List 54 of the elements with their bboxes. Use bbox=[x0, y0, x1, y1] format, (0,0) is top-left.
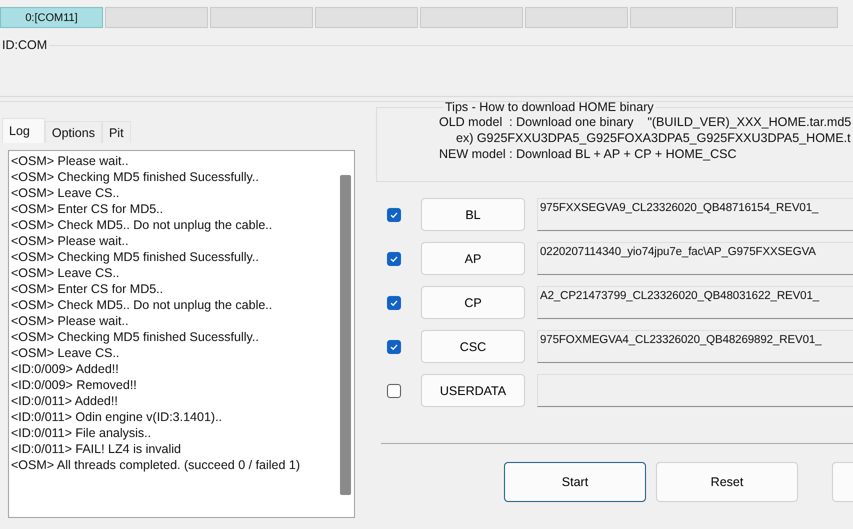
file-path-field[interactable]: 0220207114340_yio74jpu7e_fac\AP_G975FXXSEGVA bbox=[537, 242, 853, 275]
file-button[interactable]: AP bbox=[421, 242, 525, 275]
log-line: <OSM> Leave CS.. bbox=[11, 185, 120, 201]
port-slot[interactable] bbox=[315, 7, 418, 28]
checkbox[interactable] bbox=[387, 208, 401, 222]
port-slot[interactable] bbox=[105, 7, 208, 28]
checkbox[interactable] bbox=[387, 340, 401, 354]
port-slot[interactable] bbox=[735, 7, 838, 28]
log-line: <OSM> Check MD5.. Do not unplug the cable.. bbox=[11, 217, 274, 233]
tip-line: OLD model : Download one binary "(BUILD_VER)_XXX_HOME.tar.md5 bbox=[439, 114, 852, 130]
log-line: <ID:0/009> Added!! bbox=[11, 361, 120, 377]
file-button[interactable]: CSC bbox=[421, 330, 525, 363]
log-line: <ID:0/011> File analysis.. bbox=[11, 425, 152, 441]
tip-line: ex) G925FXXU3DPA5_G925FOXA3DPA5_G925FXXU3DPA5_HOME.t bbox=[455, 130, 852, 146]
file-path-field[interactable]: 975FXXSEGVA9_CL23326020_QB48716154_REV01_ bbox=[537, 198, 853, 231]
log-line: <OSM> Please wait.. bbox=[11, 313, 130, 329]
port-slot[interactable] bbox=[525, 7, 628, 28]
file-button[interactable]: USERDATA bbox=[421, 374, 525, 407]
file-path-field[interactable] bbox=[537, 374, 853, 407]
file-button[interactable]: BL bbox=[421, 198, 525, 231]
file-path-field[interactable]: 975FOXMEGVA4_CL23326020_QB48269892_REV01_ bbox=[537, 330, 853, 363]
tab[interactable]: Log bbox=[2, 118, 45, 143]
log-line: <OSM> All threads completed. (succeed 0 / failed 1) bbox=[11, 457, 302, 473]
log-line: <ID:0/009> Removed!! bbox=[11, 377, 138, 393]
log-line: <OSM> Check MD5.. Do not unplug the cable.. bbox=[11, 297, 274, 313]
group-title: ID:COM bbox=[2, 38, 48, 52]
port-slot[interactable] bbox=[420, 7, 523, 28]
log-line: <OSM> Checking MD5 finished Sucessfully.. bbox=[11, 329, 260, 345]
log-line: <OSM> Checking MD5 finished Sucessfully.. bbox=[11, 169, 260, 185]
port-slot[interactable] bbox=[630, 7, 733, 28]
checkbox[interactable] bbox=[387, 296, 401, 310]
file-path-field[interactable]: A2_CP21473799_CL23326020_QB48031622_REV01_ bbox=[537, 286, 853, 319]
port-slot[interactable]: 0:[COM11] bbox=[0, 7, 103, 28]
port-slot[interactable] bbox=[210, 7, 313, 28]
log-line: <ID:0/011> Odin engine v(ID:3.1401).. bbox=[11, 409, 224, 425]
log-line: <OSM> Please wait.. bbox=[11, 233, 130, 249]
scrollbar-thumb[interactable] bbox=[340, 175, 351, 495]
log-line: <OSM> Checking MD5 finished Sucessfully.. bbox=[11, 249, 260, 265]
tip-line: NEW model : Download BL + AP + CP + HOME_CSC bbox=[439, 146, 738, 162]
group-title: Tips - How to download HOME binary bbox=[444, 100, 655, 114]
log-line: <OSM> Leave CS.. bbox=[11, 345, 120, 361]
action-button[interactable]: Reset bbox=[656, 462, 798, 502]
tab[interactable]: Pit bbox=[102, 121, 131, 143]
log-line: <ID:0/011> FAIL! LZ4 is invalid bbox=[11, 441, 182, 457]
log-line: <OSM> Enter CS for MD5.. bbox=[11, 281, 164, 297]
checkbox[interactable] bbox=[387, 384, 401, 398]
file-button[interactable]: CP bbox=[421, 286, 525, 319]
log-line: <OSM> Enter CS for MD5.. bbox=[11, 201, 164, 217]
tab[interactable]: Options bbox=[44, 121, 102, 143]
log-line: <OSM> Leave CS.. bbox=[11, 265, 120, 281]
log-line: <OSM> Please wait.. bbox=[11, 153, 130, 169]
log-line: <ID:0/011> Added!! bbox=[11, 393, 119, 409]
action-button[interactable]: Start bbox=[504, 462, 646, 502]
checkbox[interactable] bbox=[387, 252, 401, 266]
